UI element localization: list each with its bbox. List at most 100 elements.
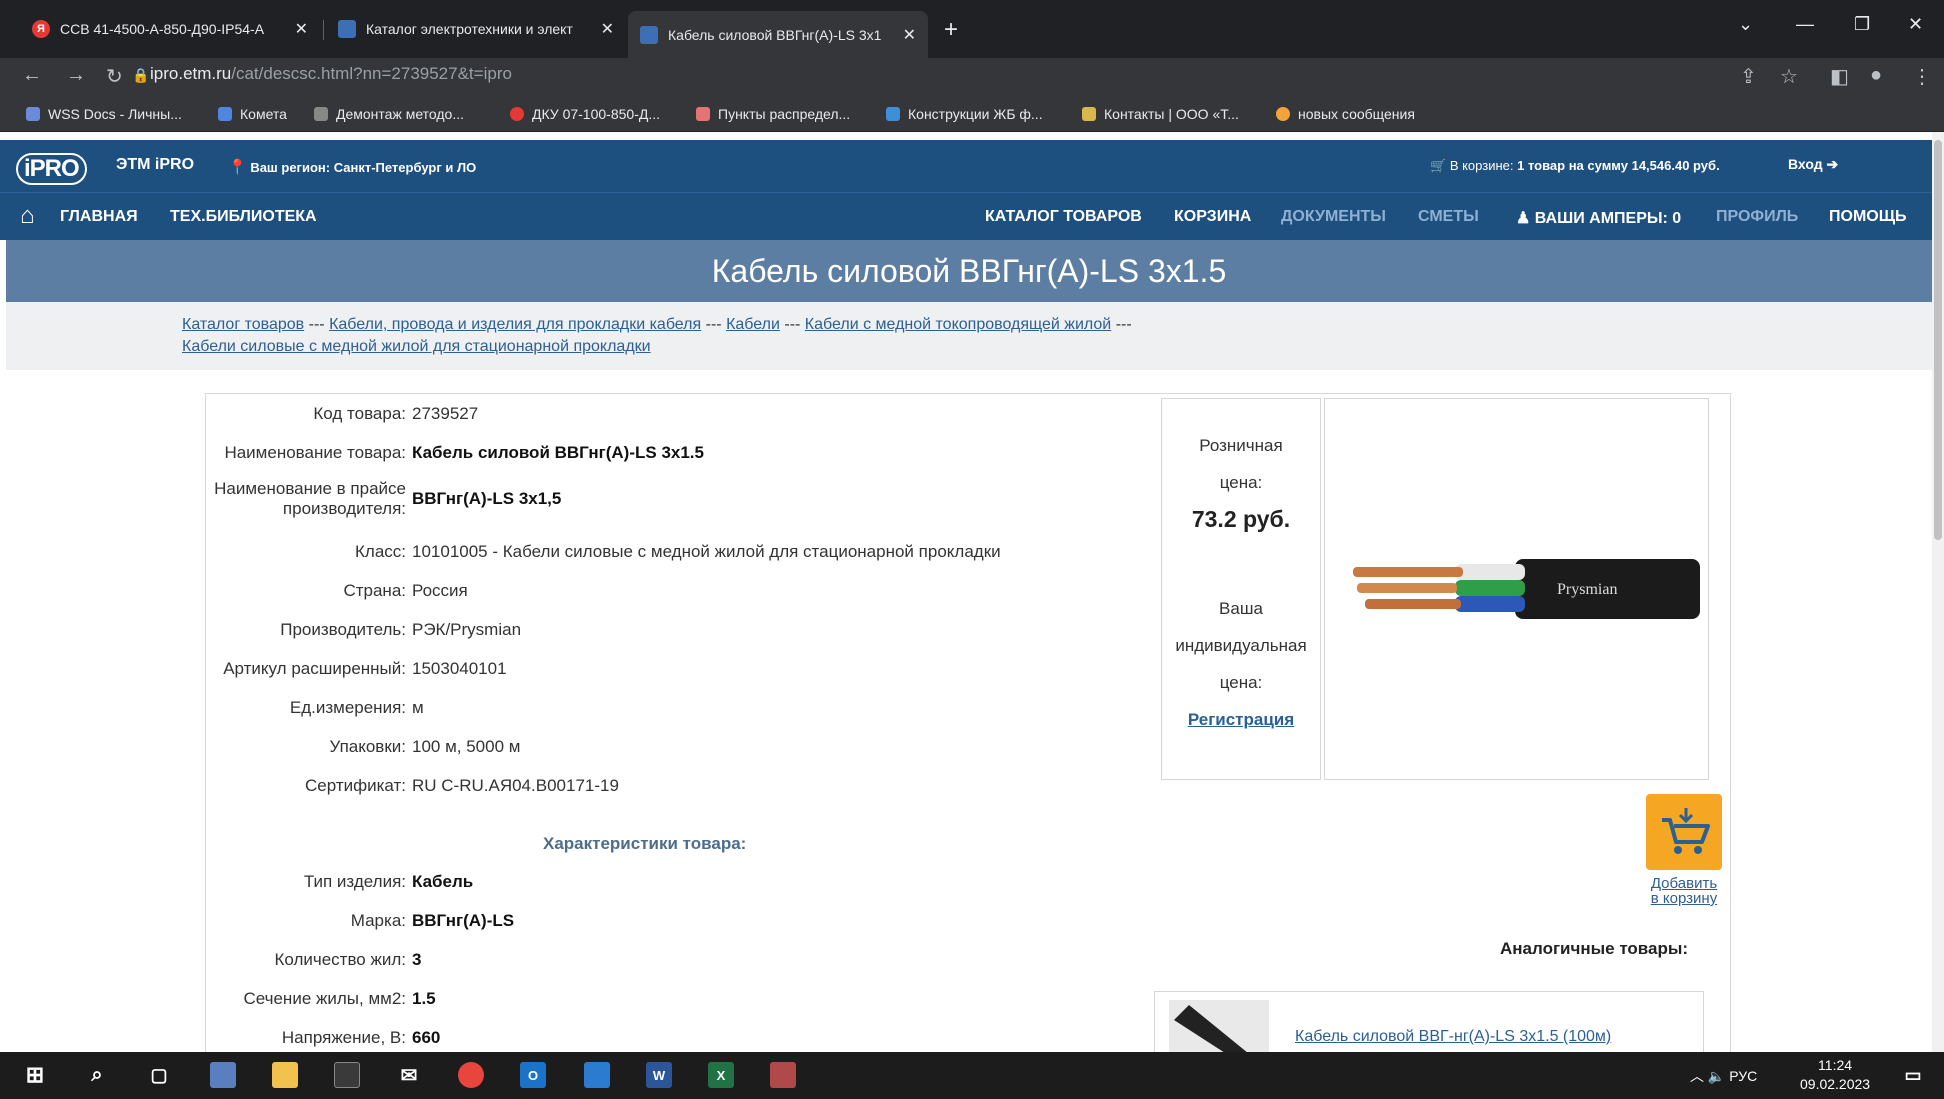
address-bar[interactable]: ipro.etm.ru/cat/descsc.html?nn=2739527&t… — [150, 64, 512, 84]
bookmark-item[interactable]: Демонтаж методо... — [314, 106, 464, 122]
maximize-button[interactable]: ❐ — [1854, 14, 1870, 35]
nav-tech-library[interactable]: ТЕХ.БИБЛИОТЕКА — [170, 208, 317, 226]
breadcrumb-link[interactable]: Кабели, провода и изделия для прокладки … — [329, 316, 701, 333]
bookmarks-bar: WSS Docs - Личны... Комета Демонтаж мето… — [0, 94, 1944, 132]
system-tray[interactable]: ︿ 🔈 РУС — [1690, 1066, 1757, 1086]
field-value: 1503040101 — [412, 659, 507, 678]
menu-icon[interactable]: ⋮ — [1912, 64, 1932, 89]
similar-product-item[interactable]: Кабель силовой ВВГ-нг(А)-LS 3х1.5 (100м) — [1154, 991, 1704, 1052]
mail-icon[interactable]: ✉ — [396, 1062, 422, 1088]
page-scrollbar[interactable] — [1932, 132, 1944, 1052]
breadcrumb-link[interactable]: Каталог товаров — [182, 316, 304, 333]
language-indicator[interactable]: РУС — [1729, 1068, 1757, 1084]
browser-tab-2[interactable]: Каталог электротехники и элект ✕ — [326, 11, 626, 47]
home-icon[interactable]: ⌂ — [20, 202, 35, 230]
breadcrumb-link[interactable]: Кабели силовые с медной жилой для стацио… — [182, 338, 651, 355]
char-label: Напряжение, В: — [281, 1028, 406, 1047]
field-row: Страна: Россия — [206, 581, 1306, 601]
profile-icon[interactable]: ● — [1870, 64, 1882, 87]
nav-documents[interactable]: ДОКУМЕНТЫ — [1281, 208, 1386, 226]
similar-products-title: Аналогичные товары: — [1500, 939, 1689, 958]
close-window-button[interactable]: ✕ — [1908, 14, 1923, 35]
field-label: Страна: — [343, 581, 406, 600]
bookmark-item[interactable]: WSS Docs - Личны... — [26, 106, 182, 122]
notifications-icon[interactable]: ▭ — [1900, 1062, 1926, 1088]
field-row: Наименование товара: Кабель силовой ВВГнг… — [206, 443, 1306, 463]
browser-tab-strip: Я ССВ 41-4500-А-850-Д90-IP54-А ✕ Каталог… — [0, 0, 1944, 58]
add-to-cart-button[interactable]: Добавить в корзину — [1644, 794, 1724, 906]
scrollbar-thumb[interactable] — [1934, 140, 1942, 540]
field-row: Сертификат: RU C-RU.АЯ04.В00171-19 — [206, 776, 1306, 796]
sidebar-icon[interactable]: ◧ — [1830, 64, 1849, 89]
share-icon[interactable]: ⇪ — [1740, 64, 1757, 89]
breadcrumb-link[interactable]: Кабели — [726, 316, 780, 333]
bookmark-icon — [26, 107, 40, 121]
yandex-icon: Я — [32, 20, 50, 38]
brand-label: Prysmian — [1557, 581, 1617, 598]
price-box: Розничная цена: 73.2 руб. Ваша индивидуа… — [1161, 398, 1321, 780]
wire-blue — [1455, 596, 1525, 612]
cart-info[interactable]: 🛒 В корзине: 1 товар на сумму 14,546.40 … — [1430, 158, 1720, 174]
word-icon[interactable]: W — [646, 1062, 672, 1088]
excel-icon[interactable]: X — [708, 1062, 734, 1088]
new-tab-button[interactable]: + — [944, 16, 958, 44]
app-icon[interactable] — [210, 1062, 236, 1088]
tab-search-icon[interactable]: ⌄ — [1738, 14, 1753, 35]
char-label: Количество жил: — [274, 950, 406, 969]
chrome-icon[interactable] — [458, 1062, 484, 1088]
field-value: Кабель силовой ВВГнг(А)-LS 3х1.5 — [412, 443, 704, 462]
nav-cart[interactable]: КОРЗИНА — [1174, 208, 1251, 226]
char-label: Марка: — [350, 911, 406, 930]
nav-estimates[interactable]: СМЕТЫ — [1418, 208, 1479, 226]
bookmark-item[interactable]: Конструкции ЖБ ф... — [886, 106, 1043, 122]
volume-icon[interactable]: 🔈 — [1708, 1068, 1725, 1084]
bookmark-item[interactable]: Контакты | ООО «Т... — [1082, 106, 1239, 122]
bookmark-item[interactable]: ДКУ 07-100-850-Д... — [510, 106, 660, 122]
app-icon[interactable] — [584, 1062, 610, 1088]
task-view-icon[interactable]: ▢ — [146, 1062, 172, 1088]
close-tab-icon[interactable]: ✕ — [903, 25, 916, 45]
close-tab-icon[interactable]: ✕ — [601, 19, 614, 39]
bookmark-item[interactable]: Пункты распредел... — [696, 106, 850, 122]
breadcrumb-link[interactable]: Кабели с медной токопроводящей жилой — [805, 316, 1111, 333]
lock-icon[interactable]: 🔒 — [132, 67, 149, 84]
browser-tab-3-active[interactable]: Кабель силовой ВВГнг(А)-LS 3х1 ✕ — [628, 11, 928, 58]
bookmark-label: Конструкции ЖБ ф... — [908, 106, 1043, 122]
site-favicon-icon — [338, 20, 356, 38]
store-icon[interactable] — [334, 1062, 360, 1088]
back-icon[interactable]: ← — [22, 64, 42, 87]
individual-price-label-2: индивидуальная — [1175, 636, 1307, 655]
site-name[interactable]: ЭТМ iPRO — [116, 156, 194, 174]
search-icon[interactable]: ⌕ — [84, 1062, 110, 1088]
outlook-icon[interactable]: O — [520, 1062, 546, 1088]
forward-icon[interactable]: → — [66, 64, 86, 87]
close-tab-icon[interactable]: ✕ — [295, 19, 308, 39]
bookmark-item[interactable]: новых сообщения — [1276, 106, 1415, 122]
similar-product-thumbnail[interactable] — [1169, 1000, 1269, 1052]
reload-icon[interactable]: ↻ — [106, 64, 123, 89]
nav-catalog[interactable]: КАТАЛОГ ТОВАРОВ — [985, 208, 1142, 226]
nav-profile[interactable]: ПРОФИЛЬ — [1716, 208, 1798, 226]
nav-amperes[interactable]: ♟ ВАШИ АМПЕРЫ: 0 — [1516, 208, 1681, 228]
product-image[interactable]: Prysmian — [1324, 398, 1709, 780]
bookmark-star-icon[interactable]: ☆ — [1780, 64, 1798, 89]
windows-start-icon[interactable]: ⊞ — [22, 1062, 48, 1088]
site-logo[interactable]: iPRO — [16, 150, 87, 185]
copper-core — [1357, 583, 1457, 593]
region-selector[interactable]: 📍 Ваш регион: Санкт-Петербург и ЛО — [228, 158, 476, 176]
clock-date: 09.02.2023 — [1800, 1076, 1871, 1092]
browser-tab-1[interactable]: Я ССВ 41-4500-А-850-Д90-IP54-А ✕ — [20, 11, 320, 47]
app-icon[interactable] — [770, 1062, 796, 1088]
clock[interactable]: 11:24 09.02.2023 — [1800, 1056, 1870, 1094]
nav-home[interactable]: ГЛАВНАЯ — [60, 208, 138, 226]
similar-product-link[interactable]: Кабель силовой ВВГ-нг(А)-LS 3х1.5 (100м) — [1295, 1028, 1611, 1046]
register-link[interactable]: Регистрация — [1188, 710, 1294, 729]
login-link[interactable]: Вход ➔ — [1788, 156, 1838, 173]
cable-thumb-shape — [1174, 1005, 1247, 1052]
nav-help[interactable]: ПОМОЩЬ — [1829, 208, 1907, 226]
bookmark-item[interactable]: Комета — [218, 106, 287, 122]
chevron-up-icon[interactable]: ︿ — [1690, 1068, 1704, 1084]
file-explorer-icon[interactable] — [272, 1062, 298, 1088]
field-value: 10101005 - Кабели силовые с медной жилой… — [412, 542, 1001, 561]
minimize-button[interactable]: — — [1796, 14, 1814, 35]
